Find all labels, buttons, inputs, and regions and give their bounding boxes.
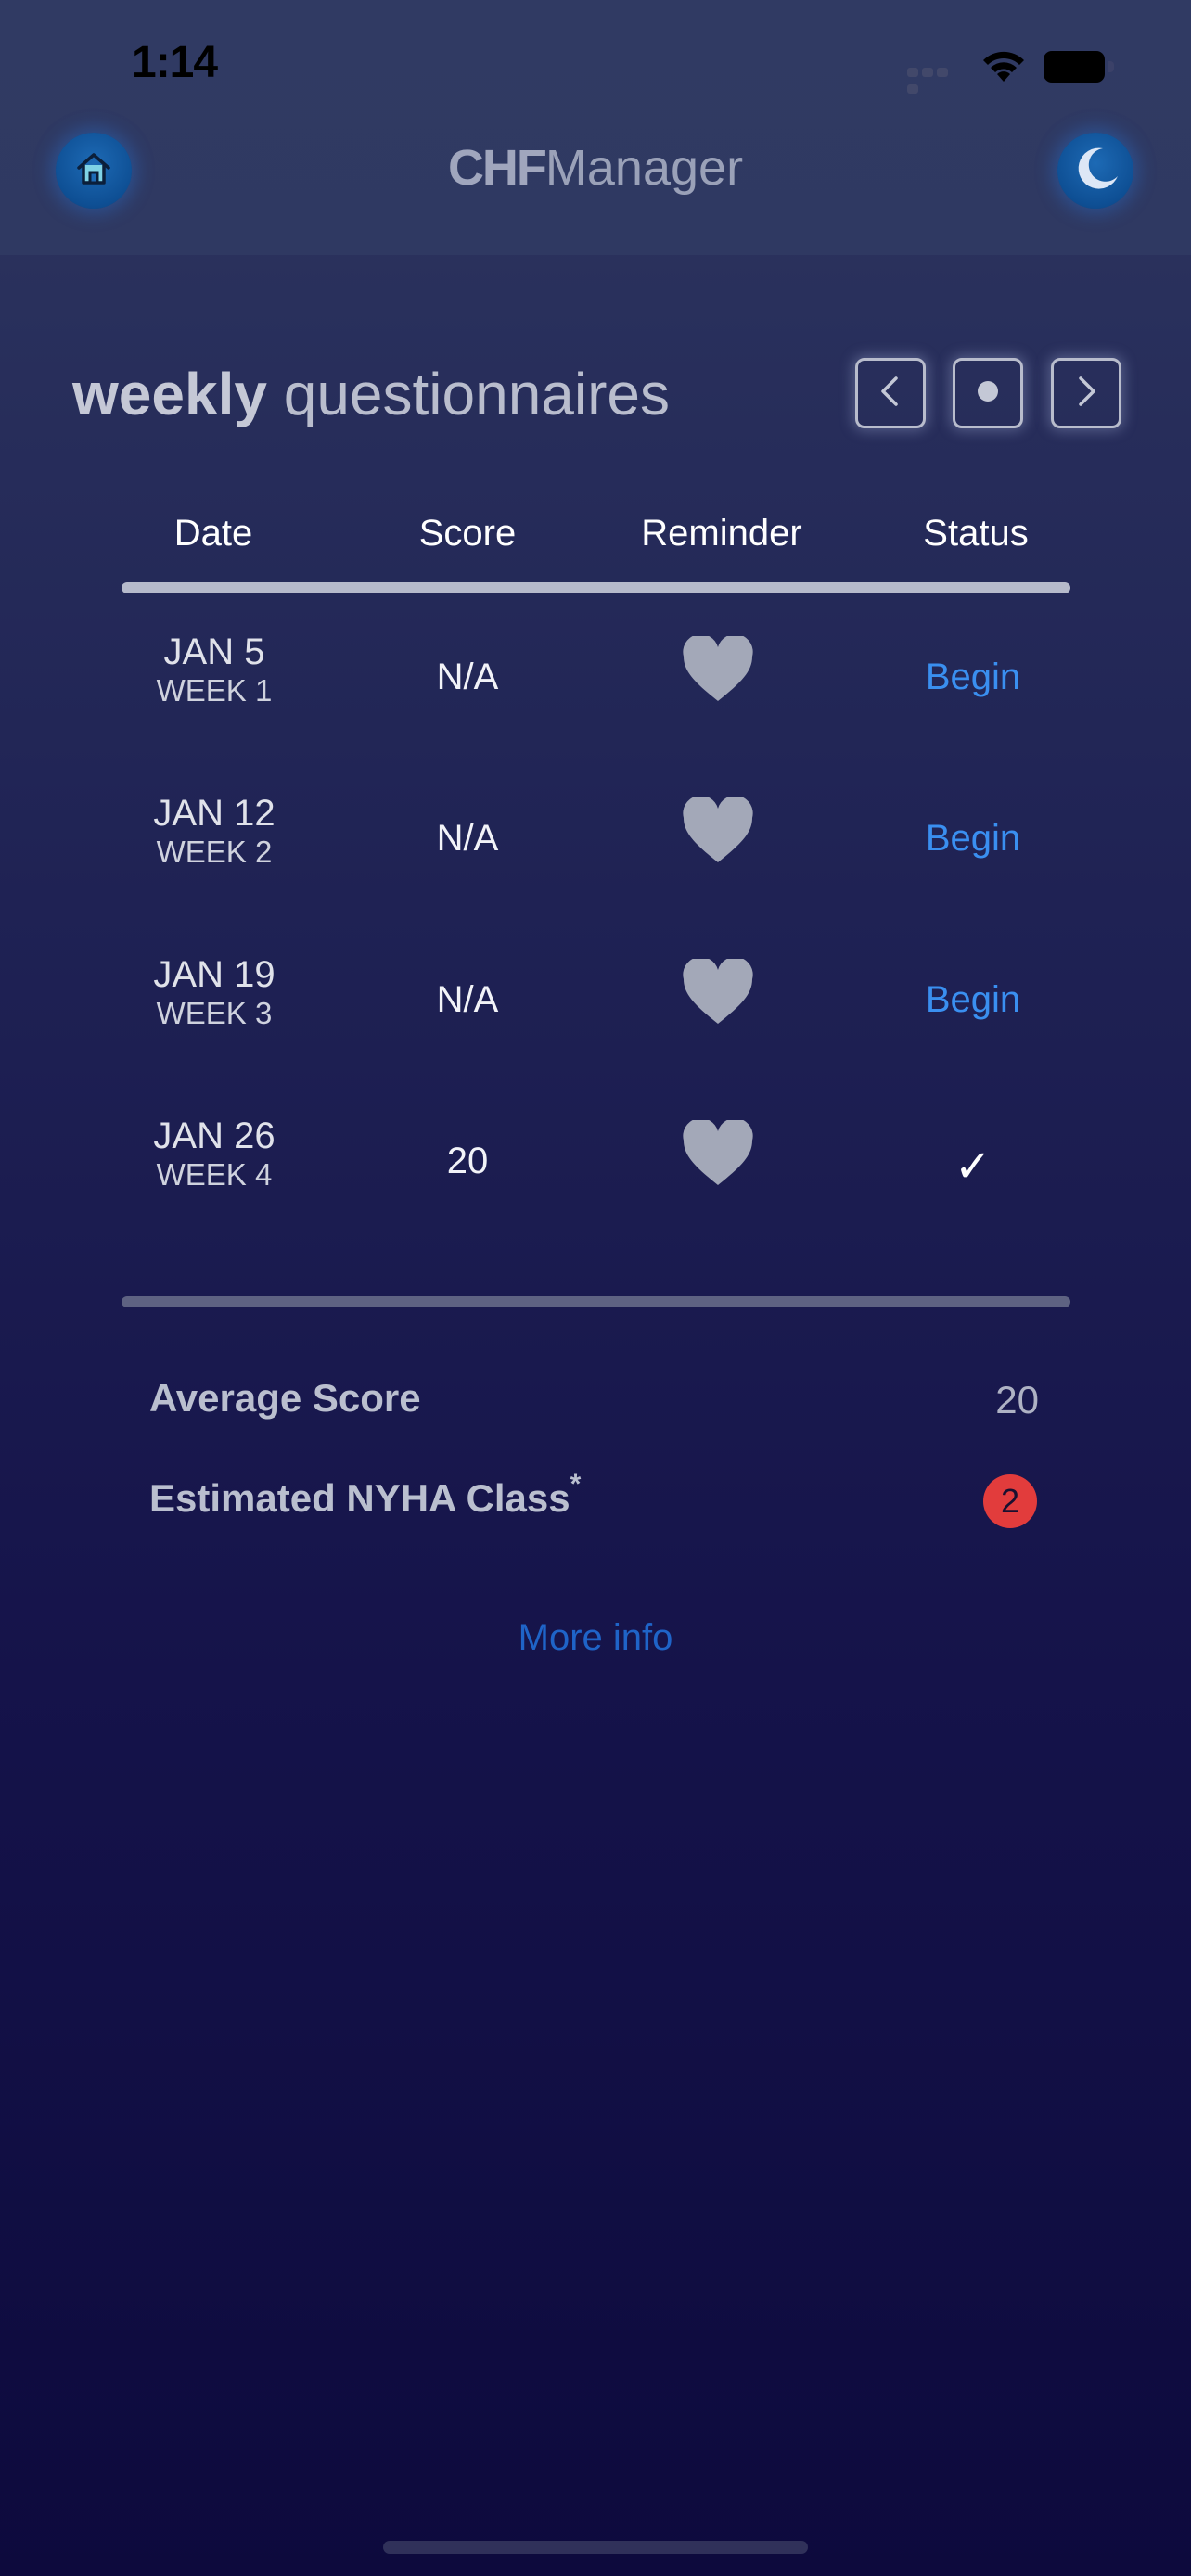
current-week-button[interactable] bbox=[953, 358, 1023, 428]
completed-check-icon: ✓ bbox=[954, 1142, 992, 1192]
heart-icon bbox=[683, 1120, 753, 1185]
previous-week-button[interactable] bbox=[855, 358, 926, 428]
table-row: JAN 19 WEEK 3 N/A Begin bbox=[122, 953, 1070, 1065]
next-week-button[interactable] bbox=[1051, 358, 1121, 428]
reminder-heart-button[interactable] bbox=[625, 1120, 811, 1187]
begin-link[interactable]: Begin bbox=[880, 979, 1066, 1021]
cellular-signal-icon bbox=[907, 65, 963, 94]
heart-icon bbox=[683, 797, 753, 862]
chevron-right-icon bbox=[1068, 373, 1105, 414]
column-header-status: Status bbox=[923, 513, 1029, 554]
reminder-heart-button[interactable] bbox=[625, 959, 811, 1026]
section-title-bold: weekly bbox=[72, 361, 267, 427]
date-cell: JAN 26 WEEK 4 bbox=[122, 1115, 307, 1192]
table-top-divider bbox=[122, 582, 1070, 593]
app-title-bold: CHF bbox=[447, 140, 547, 196]
table-bottom-divider bbox=[122, 1296, 1070, 1307]
column-header-date: Date bbox=[173, 513, 253, 554]
row-date: JAN 26 bbox=[153, 1116, 275, 1156]
table-row: JAN 26 WEEK 4 20 ✓ bbox=[122, 1115, 1070, 1226]
row-week: WEEK 2 bbox=[156, 835, 273, 869]
row-score: N/A bbox=[436, 657, 499, 697]
date-cell: JAN 19 WEEK 3 bbox=[122, 953, 307, 1031]
section-title-regular: questionnaires bbox=[266, 361, 670, 427]
chevron-left-icon bbox=[872, 373, 909, 414]
column-header-reminder: Reminder bbox=[641, 513, 802, 554]
home-indicator bbox=[383, 2541, 808, 2554]
date-cell: JAN 5 WEEK 1 bbox=[122, 631, 307, 708]
more-info-link[interactable]: More info bbox=[0, 1617, 1191, 1659]
section-title: weekly questionnaires bbox=[72, 360, 670, 428]
app-title-regular: Manager bbox=[544, 140, 744, 196]
nyha-class-label: Estimated NYHA Class* bbox=[149, 1469, 581, 1521]
begin-link[interactable]: Begin bbox=[880, 657, 1066, 698]
reminder-heart-button[interactable] bbox=[625, 797, 811, 864]
row-date: JAN 12 bbox=[153, 793, 275, 834]
wifi-icon bbox=[979, 46, 1029, 83]
row-score: N/A bbox=[436, 818, 499, 859]
footnote-marker: * bbox=[570, 1469, 582, 1499]
row-date: JAN 5 bbox=[163, 631, 265, 672]
average-score-value: 20 bbox=[995, 1378, 1039, 1422]
column-header-score: Score bbox=[418, 513, 517, 554]
table-row: JAN 12 WEEK 2 N/A Begin bbox=[122, 792, 1070, 903]
begin-link[interactable]: Begin bbox=[880, 818, 1066, 860]
reminder-heart-button[interactable] bbox=[625, 636, 811, 703]
moon-icon bbox=[1069, 143, 1121, 199]
date-cell: JAN 12 WEEK 2 bbox=[122, 792, 307, 870]
row-score: 20 bbox=[446, 1141, 489, 1181]
battery-icon bbox=[1044, 51, 1116, 84]
row-score: N/A bbox=[436, 979, 499, 1020]
heart-icon bbox=[683, 959, 753, 1024]
row-week: WEEK 4 bbox=[156, 1157, 273, 1192]
heart-icon bbox=[683, 636, 753, 701]
dark-mode-button[interactable] bbox=[1057, 133, 1133, 209]
status-time: 1:14 bbox=[132, 38, 218, 87]
table-row: JAN 5 WEEK 1 N/A Begin bbox=[122, 631, 1070, 742]
dot-icon bbox=[974, 377, 1002, 410]
row-date: JAN 19 bbox=[153, 954, 275, 995]
nyha-class-label-text: Estimated NYHA Class bbox=[149, 1476, 570, 1520]
average-score-label: Average Score bbox=[149, 1376, 421, 1420]
app-title: CHFManager bbox=[0, 139, 1191, 197]
row-week: WEEK 3 bbox=[156, 996, 273, 1030]
nyha-class-badge: 2 bbox=[983, 1474, 1037, 1528]
row-week: WEEK 1 bbox=[156, 673, 273, 708]
